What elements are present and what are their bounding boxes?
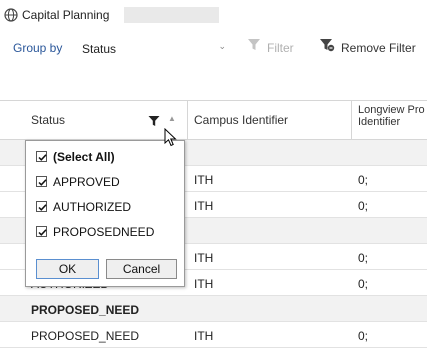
checkbox[interactable] bbox=[36, 201, 47, 212]
column-header-line: Identifier bbox=[358, 116, 401, 128]
filter-option-label: APPROVED bbox=[53, 175, 120, 189]
ok-button[interactable]: OK bbox=[36, 259, 99, 279]
grid-header-row: Status ▲ Campus Identifier Longview Pro I… bbox=[0, 100, 427, 140]
group-by-select[interactable]: Status ⌄ bbox=[68, 35, 232, 60]
cell-longview: 0; bbox=[358, 173, 369, 187]
cell-campus: ITH bbox=[194, 277, 214, 291]
column-header-label: Status bbox=[31, 113, 66, 127]
table-row-group[interactable]: PROPOSED_NEED bbox=[0, 296, 427, 322]
column-header-label: Campus Identifier bbox=[194, 113, 289, 127]
sort-ascending-icon[interactable]: ▲ bbox=[168, 114, 176, 123]
cell-longview: 0; bbox=[358, 329, 369, 343]
checkbox[interactable] bbox=[36, 151, 47, 162]
cell-longview: 0; bbox=[358, 251, 369, 265]
cell-campus: ITH bbox=[194, 251, 214, 265]
app-title: Capital Planning bbox=[22, 8, 110, 22]
remove-filter-button[interactable]: Remove Filter bbox=[319, 36, 427, 58]
filter-label: Filter bbox=[267, 41, 294, 55]
cell-campus: ITH bbox=[194, 173, 214, 187]
cell-campus: ITH bbox=[194, 329, 214, 343]
title-bar: Capital Planning bbox=[0, 0, 427, 30]
column-header-campus[interactable]: Campus Identifier bbox=[188, 101, 352, 139]
cell-longview: 0; bbox=[358, 199, 369, 213]
column-header-longview[interactable]: Longview Pro Identifier bbox=[352, 101, 427, 139]
chevron-down-icon: ⌄ bbox=[218, 41, 226, 51]
column-header-line: Longview Pro bbox=[358, 104, 425, 116]
remove-filter-label: Remove Filter bbox=[341, 41, 416, 55]
filter-popup: (Select All) APPROVED AUTHORIZED PROPOSE… bbox=[25, 140, 185, 287]
cancel-button[interactable]: Cancel bbox=[106, 259, 177, 279]
checkbox[interactable] bbox=[36, 176, 47, 187]
cell-campus: ITH bbox=[194, 199, 214, 213]
mouse-pointer-icon bbox=[164, 127, 178, 151]
cell-status: PROPOSED_NEED bbox=[31, 303, 140, 317]
redacted-title-suffix bbox=[124, 7, 219, 23]
funnel-icon bbox=[247, 38, 261, 55]
remove-filter-icon bbox=[319, 37, 335, 56]
group-by-value: Status bbox=[82, 42, 117, 56]
globe-icon bbox=[4, 8, 18, 22]
checkbox[interactable] bbox=[36, 226, 47, 237]
filter-option-label: PROPOSEDNEED bbox=[53, 225, 155, 239]
cell-longview: 0; bbox=[358, 277, 369, 291]
filter-option-label: AUTHORIZED bbox=[53, 200, 131, 214]
table-row[interactable]: PROPOSED_NEED ITH 0; bbox=[0, 322, 427, 348]
column-filter-icon[interactable] bbox=[148, 115, 160, 130]
column-header-label: Longview Pro Identifier bbox=[358, 104, 425, 128]
group-by-label: Group by bbox=[13, 41, 63, 55]
cell-status: PROPOSED_NEED bbox=[31, 329, 140, 343]
filter-option-label: (Select All) bbox=[53, 150, 115, 164]
